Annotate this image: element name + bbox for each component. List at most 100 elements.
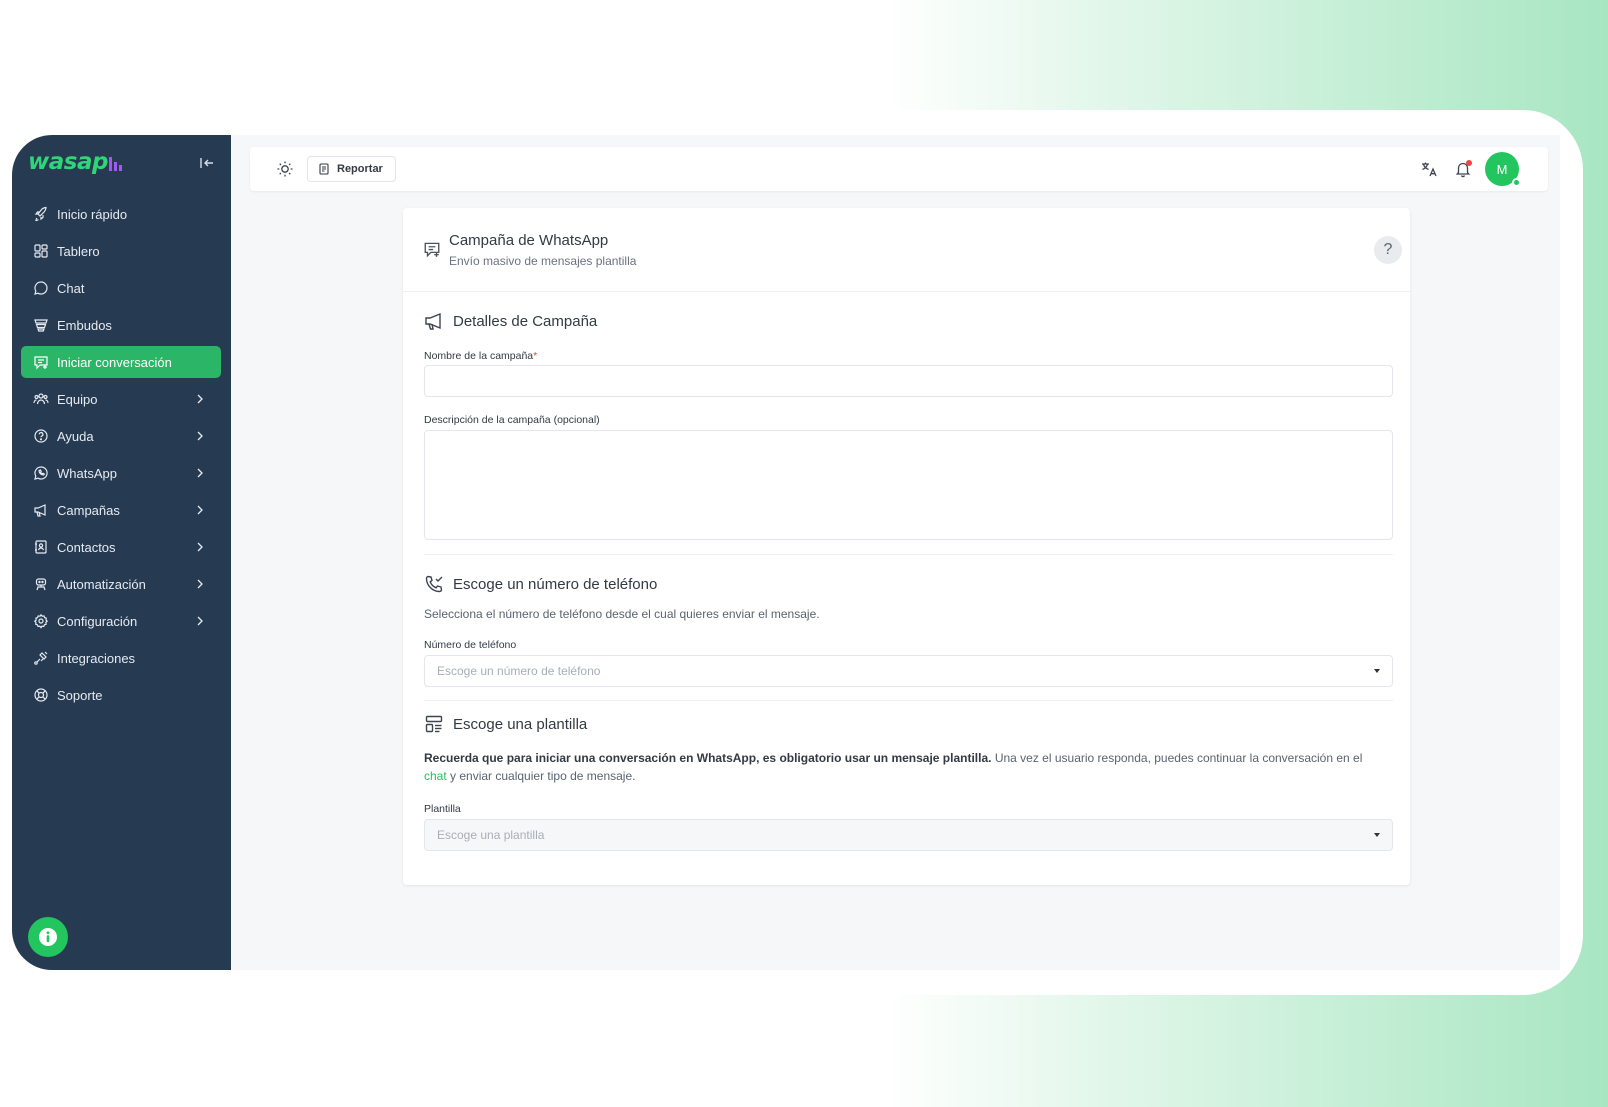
- avatar-initial: M: [1496, 161, 1508, 177]
- campaign-description-label: Descripción de la campaña (opcional): [424, 414, 600, 426]
- megaphone-icon: [34, 504, 46, 517]
- required-mark: *: [533, 350, 538, 362]
- template-layout-icon: [425, 715, 443, 733]
- chevron-right-icon: [197, 542, 203, 552]
- campaign-name-label: Nombre de la campaña*: [424, 350, 537, 362]
- phone-number-label: Número de teléfono: [424, 639, 517, 651]
- online-status-dot: [1512, 178, 1521, 187]
- sidebar-item-ayuda[interactable]: Ayuda: [21, 420, 221, 452]
- sidebar-item-automatizacion[interactable]: Automatización: [21, 568, 221, 600]
- collapse-sidebar-icon[interactable]: [198, 154, 216, 172]
- sidebar-item-label: Embudos: [57, 317, 112, 333]
- sidebar: wasap Inicio rápido Tablero Chat Embudos: [12, 135, 231, 970]
- sidebar-item-label: Contactos: [57, 539, 116, 555]
- megaphone-icon: [425, 312, 441, 330]
- caret-down-icon: [1374, 833, 1380, 837]
- sidebar-item-label: WhatsApp: [57, 465, 117, 481]
- help-circle-icon: [34, 429, 48, 443]
- sidebar-item-iniciar-conversacion[interactable]: Iniciar conversación: [21, 346, 221, 378]
- app-window: wasap Inicio rápido Tablero Chat Embudos: [12, 135, 1560, 970]
- funnel-icon: [34, 319, 48, 332]
- chevron-right-icon: [197, 394, 203, 404]
- sidebar-item-label: Chat: [57, 280, 85, 296]
- sidebar-item-configuracion[interactable]: Configuración: [21, 605, 221, 637]
- contacts-icon: [35, 540, 47, 554]
- team-icon: [33, 393, 49, 405]
- info-button[interactable]: [28, 917, 68, 957]
- sidebar-item-label: Inicio rápido: [57, 206, 128, 222]
- sidebar-item-equipo[interactable]: Equipo: [21, 383, 221, 415]
- template-label: Plantilla: [424, 803, 461, 815]
- template-notice-bold: Recuerda que para iniciar una conversaci…: [424, 751, 992, 765]
- report-button[interactable]: Reportar: [307, 156, 396, 182]
- report-button-label: Reportar: [337, 163, 383, 175]
- sidebar-item-campanas[interactable]: Campañas: [21, 494, 221, 526]
- template-select[interactable]: Escoge una plantilla: [424, 819, 1393, 851]
- campaign-form-card: Campaña de WhatsApp Envío masivo de mens…: [403, 208, 1410, 885]
- sidebar-item-label: Equipo: [57, 391, 98, 407]
- sidebar-item-tablero[interactable]: Tablero: [21, 235, 221, 267]
- sidebar-item-inicio-rapido[interactable]: Inicio rápido: [21, 198, 221, 230]
- lifebuoy-icon: [34, 688, 48, 702]
- logo-text: wasap: [28, 149, 108, 175]
- logo-bars-icon: [108, 157, 122, 171]
- chat-link[interactable]: chat: [424, 769, 447, 783]
- sidebar-item-whatsapp[interactable]: WhatsApp: [21, 457, 221, 489]
- chevron-right-icon: [197, 616, 203, 626]
- caret-down-icon: [1374, 669, 1380, 673]
- section-title-template: Escoge una plantilla: [453, 716, 588, 733]
- sidebar-item-soporte[interactable]: Soporte: [21, 679, 221, 711]
- chevron-right-icon: [197, 468, 203, 478]
- chevron-right-icon: [197, 579, 203, 589]
- plug-icon: [34, 651, 48, 665]
- logo[interactable]: wasap: [28, 149, 123, 175]
- section-divider: [424, 700, 1393, 701]
- sidebar-item-label: Tablero: [57, 243, 100, 259]
- help-button-label: ?: [1383, 241, 1393, 258]
- robot-icon: [35, 578, 47, 591]
- campaign-name-label-text: Nombre de la campaña: [424, 350, 534, 362]
- dashboard-icon: [34, 244, 48, 258]
- template-notice-end: y enviar cualquier tipo de mensaje.: [446, 769, 636, 783]
- sidebar-item-chat[interactable]: Chat: [21, 272, 221, 304]
- page-subtitle: Envío masivo de mensajes plantilla: [449, 254, 637, 268]
- notification-badge: [1466, 160, 1472, 166]
- sidebar-item-label: Configuración: [57, 613, 138, 629]
- theme-toggle-sun-icon[interactable]: [276, 160, 294, 178]
- section-title-details: Detalles de Campaña: [453, 313, 598, 330]
- chevron-right-icon: [197, 431, 203, 441]
- sidebar-item-integraciones[interactable]: Integraciones: [21, 642, 221, 674]
- help-button[interactable]: ?: [1374, 236, 1402, 264]
- section-title-phone: Escoge un número de teléfono: [453, 576, 658, 593]
- template-notice: Recuerda que para iniciar una conversaci…: [424, 749, 1374, 785]
- document-icon: [319, 163, 329, 175]
- chat-bubble-icon: [34, 281, 48, 295]
- message-plus-icon: [424, 242, 440, 258]
- sidebar-item-label: Integraciones: [57, 650, 136, 666]
- campaign-name-input[interactable]: [424, 365, 1393, 397]
- phone-help-text: Selecciona el número de teléfono desde e…: [424, 607, 820, 621]
- card-header: Campaña de WhatsApp Envío masivo de mens…: [403, 208, 1410, 292]
- sidebar-item-label: Automatización: [57, 576, 146, 592]
- template-placeholder: Escoge una plantilla: [437, 828, 545, 842]
- info-icon: [39, 928, 57, 946]
- page-title: Campaña de WhatsApp: [449, 232, 609, 249]
- message-plus-icon: [34, 356, 48, 370]
- phone-number-select[interactable]: Escoge un número de teléfono: [424, 655, 1393, 687]
- sidebar-item-embudos[interactable]: Embudos: [21, 309, 221, 341]
- whatsapp-icon: [34, 466, 48, 480]
- translate-icon[interactable]: [1420, 160, 1438, 178]
- phone-check-icon: [425, 575, 443, 593]
- sidebar-item-contactos[interactable]: Contactos: [21, 531, 221, 563]
- rocket-icon: [34, 206, 47, 222]
- sidebar-item-label: Soporte: [57, 687, 103, 703]
- sidebar-item-label: Iniciar conversación: [57, 354, 172, 370]
- campaign-description-textarea[interactable]: [424, 430, 1393, 540]
- gear-icon: [33, 613, 49, 629]
- sidebar-item-label: Campañas: [57, 502, 120, 518]
- sidebar-nav: Inicio rápido Tablero Chat Embudos Inici…: [21, 198, 221, 716]
- top-bar: Reportar M: [250, 147, 1548, 191]
- sidebar-item-label: Ayuda: [57, 428, 94, 444]
- chevron-right-icon: [197, 505, 203, 515]
- section-divider: [424, 554, 1393, 555]
